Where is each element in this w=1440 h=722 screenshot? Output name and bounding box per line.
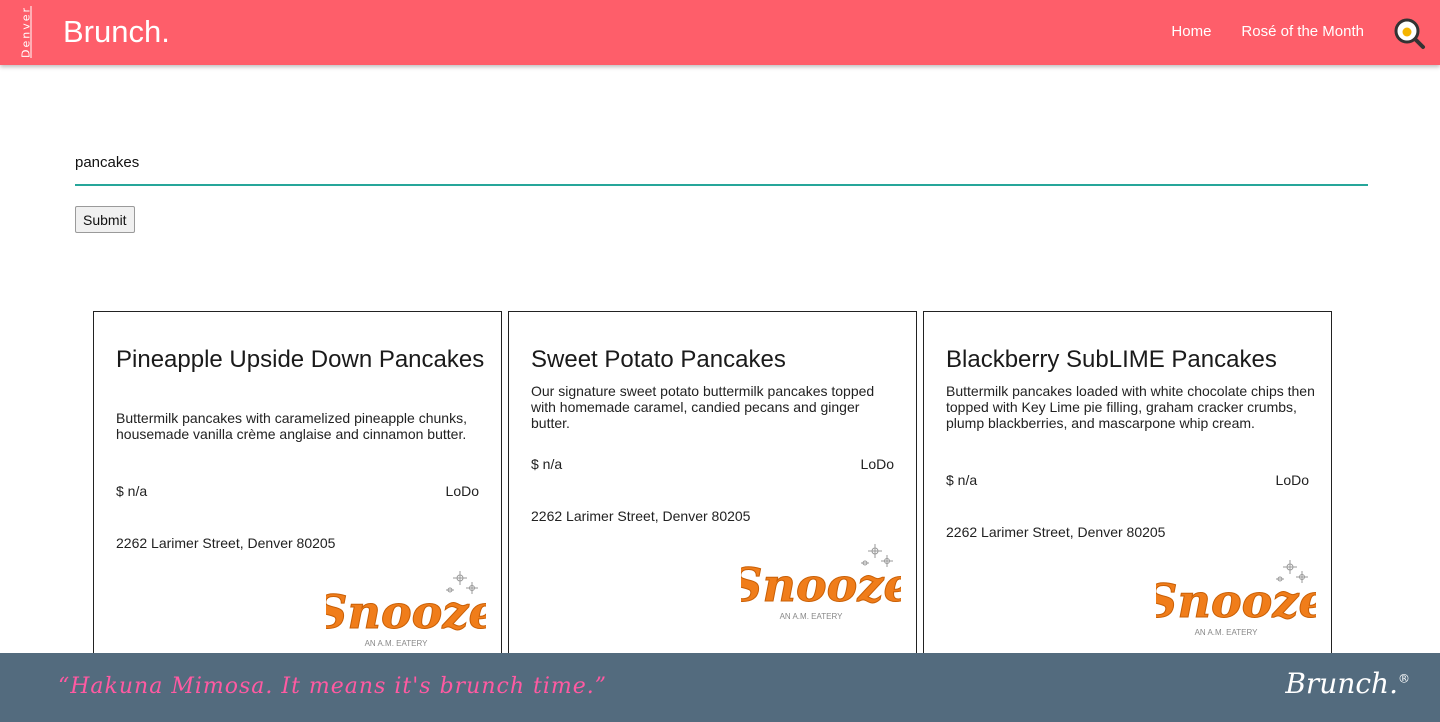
card-price: $ n/a: [116, 483, 148, 499]
result-card[interactable]: Sweet Potato Pancakes Our signature swee…: [508, 311, 917, 671]
snooze-logo: Snooze AN A.M. EATERY: [314, 568, 498, 652]
magnifier-egg-icon[interactable]: [1394, 18, 1426, 50]
registered-mark: ®: [1398, 671, 1410, 686]
footer-quote: “Hakuna Mimosa. It means it's brunch tim…: [58, 674, 607, 699]
card-address: 2262 Larimer Street, Denver 80205: [116, 535, 336, 551]
footer-brand-logo: Brunch.®: [1285, 667, 1410, 700]
card-price: $ n/a: [531, 456, 563, 472]
snooze-logo: Snooze AN A.M. EATERY: [729, 541, 913, 625]
snooze-logo: Snooze AN A.M. EATERY: [1144, 557, 1328, 641]
card-description: Buttermilk pancakes loaded with white ch…: [946, 383, 1315, 431]
svg-text:Snooze: Snooze: [741, 558, 901, 612]
card-neighborhood: LoDo: [445, 483, 479, 499]
top-nav-bar: Denver Brunch. Home Rosé of the Month: [0, 0, 1440, 65]
card-title: Blackberry SubLIME Pancakes: [946, 346, 1277, 373]
card-address: 2262 Larimer Street, Denver 80205: [531, 508, 751, 524]
nav-links: Home Rosé of the Month: [1171, 23, 1364, 40]
card-title: Pineapple Upside Down Pancakes: [116, 346, 485, 373]
svg-text:AN A.M. EATERY: AN A.M. EATERY: [365, 639, 428, 648]
svg-text:Snooze: Snooze: [326, 585, 486, 639]
nav-rose-of-the-month-link[interactable]: Rosé of the Month: [1241, 23, 1364, 40]
card-address: 2262 Larimer Street, Denver 80205: [946, 524, 1166, 540]
card-price: $ n/a: [946, 472, 978, 488]
city-selector[interactable]: Denver: [11, 4, 41, 60]
nav-home-link[interactable]: Home: [1171, 23, 1211, 40]
brand-logo[interactable]: Brunch.: [63, 14, 170, 50]
card-neighborhood: LoDo: [860, 456, 894, 472]
search-form: [75, 140, 1368, 186]
svg-text:AN A.M. EATERY: AN A.M. EATERY: [780, 612, 843, 621]
city-label[interactable]: Denver: [20, 6, 33, 58]
submit-button[interactable]: Submit: [75, 206, 135, 233]
footer: “Hakuna Mimosa. It means it's brunch tim…: [0, 653, 1440, 722]
card-title: Sweet Potato Pancakes: [531, 346, 786, 373]
card-description: Buttermilk pancakes with caramelized pin…: [116, 410, 467, 442]
search-input[interactable]: [75, 140, 1368, 186]
svg-text:Snooze: Snooze: [1156, 574, 1316, 628]
result-card[interactable]: Blackberry SubLIME Pancakes Buttermilk p…: [923, 311, 1332, 671]
svg-text:AN A.M. EATERY: AN A.M. EATERY: [1195, 628, 1258, 637]
card-description: Our signature sweet potato buttermilk pa…: [531, 383, 875, 431]
result-card[interactable]: Pineapple Upside Down Pancakes Buttermil…: [93, 311, 502, 671]
footer-brand-text: Brunch.: [1285, 667, 1398, 700]
card-neighborhood: LoDo: [1275, 472, 1309, 488]
